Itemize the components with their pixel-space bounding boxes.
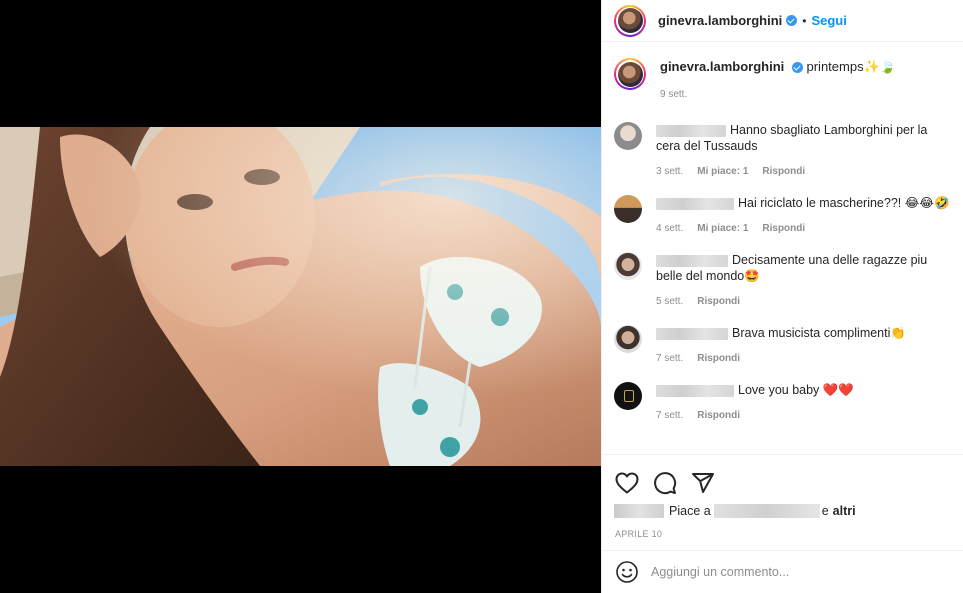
author-avatar[interactable] xyxy=(614,4,646,37)
comment-time: 4 sett. xyxy=(656,223,684,234)
emoji-icon[interactable] xyxy=(615,560,639,584)
comment-text: Hai riciclato le mascherine??! 😂😂🤣 xyxy=(738,196,950,210)
likes-summary: Piace a e altri xyxy=(602,499,963,523)
comment-text: Love you baby ❤️❤️ xyxy=(738,383,854,397)
commenter-avatar[interactable] xyxy=(614,122,642,150)
post-caption: ginevra.lamborghini printemps✨🍃 9 sett. xyxy=(614,58,952,104)
post-photo[interactable] xyxy=(0,127,601,466)
commenter-avatar[interactable] xyxy=(614,325,642,353)
comment-likes[interactable]: Mi piace: 1 xyxy=(697,166,748,177)
comment-item: Brava musicista complimenti👏 7 sett. Ris… xyxy=(614,325,952,364)
comment-text: Brava musicista complimenti👏 xyxy=(732,326,906,340)
verified-badge-icon xyxy=(791,62,803,74)
post-header: ginevra.lamborghini • Segui xyxy=(602,0,963,42)
likes-others-link[interactable]: altri xyxy=(833,504,856,518)
comment-item: Decisamente una delle ragazze piu belle … xyxy=(614,252,952,307)
comment-likes[interactable]: Mi piace: 1 xyxy=(697,223,748,234)
paper-plane-icon[interactable] xyxy=(691,471,715,495)
comment-item: Hanno sbagliato Lamborghini per la cera … xyxy=(614,122,952,177)
post-actions: Piace a e altri APRILE 10 Aggiungi un co… xyxy=(602,454,963,593)
comment-item: Hai riciclato le mascherine??! 😂😂🤣 4 set… xyxy=(614,195,952,234)
media-panel xyxy=(0,0,601,593)
redacted-username xyxy=(656,384,734,397)
redacted-username xyxy=(656,327,728,340)
reply-button[interactable]: Rispondi xyxy=(762,166,805,177)
comment-time: 5 sett. xyxy=(656,296,684,307)
redacted-username xyxy=(656,124,726,137)
post-sidebar: ginevra.lamborghini • Segui ginevra.lamb… xyxy=(601,0,963,593)
commenter-avatar[interactable] xyxy=(614,382,642,410)
redacted-username xyxy=(656,197,734,210)
caption-username[interactable]: ginevra.lamborghini xyxy=(660,59,784,74)
add-comment-input[interactable]: Aggiungi un commento... xyxy=(651,565,789,579)
add-comment-bar: Aggiungi un commento... xyxy=(602,550,963,593)
author-username[interactable]: ginevra.lamborghini xyxy=(658,13,782,28)
comment-item: Love you baby ❤️❤️ 7 sett. Rispondi xyxy=(614,382,952,421)
follow-button[interactable]: Segui xyxy=(811,13,846,28)
commenter-avatar[interactable] xyxy=(614,195,642,223)
likes-prefix: Piace a xyxy=(669,504,711,518)
liker-avatars xyxy=(614,504,664,518)
reply-button[interactable]: Rispondi xyxy=(697,353,740,364)
comments-list[interactable]: ginevra.lamborghini printemps✨🍃 9 sett. … xyxy=(602,43,963,454)
commenter-avatar[interactable] xyxy=(614,252,642,280)
comment-time: 3 sett. xyxy=(656,166,684,177)
comment-icon[interactable] xyxy=(653,471,677,495)
redacted-username xyxy=(656,254,728,267)
reply-button[interactable]: Rispondi xyxy=(697,410,740,421)
reply-button[interactable]: Rispondi xyxy=(697,296,740,307)
reply-button[interactable]: Rispondi xyxy=(762,223,805,234)
post-image xyxy=(0,127,601,466)
redacted-liker-name[interactable] xyxy=(713,504,820,518)
post-date[interactable]: APRILE 10 xyxy=(602,523,963,539)
caption-time: 9 sett. xyxy=(660,89,688,100)
header-separator: • xyxy=(802,13,807,28)
caption-avatar[interactable] xyxy=(614,58,646,90)
likes-conjunction: e xyxy=(821,504,829,518)
comment-time: 7 sett. xyxy=(656,353,684,364)
comment-time: 7 sett. xyxy=(656,410,684,421)
verified-badge-icon xyxy=(786,15,798,26)
heart-icon[interactable] xyxy=(615,472,639,494)
caption-text: printemps✨🍃 xyxy=(806,59,896,74)
